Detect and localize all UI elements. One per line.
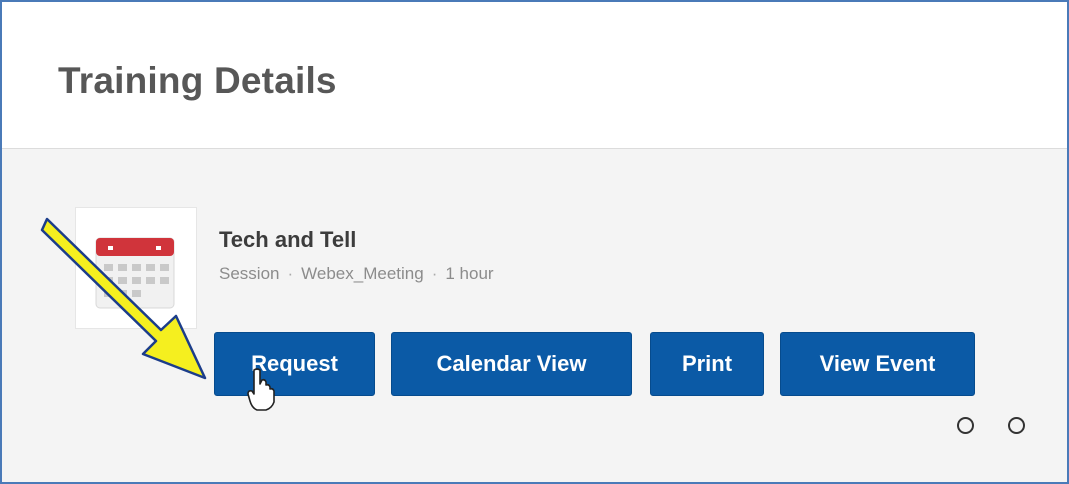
meta-separator: · xyxy=(287,264,294,283)
course-meta: Session · Webex_Meeting · 1 hour xyxy=(219,264,494,284)
carousel-dot[interactable] xyxy=(1008,417,1025,434)
page-title: Training Details xyxy=(58,60,337,101)
course-thumbnail xyxy=(75,207,197,329)
calendar-view-button[interactable]: Calendar View xyxy=(391,332,632,396)
carousel-indicators xyxy=(957,417,1025,434)
page-header: Training Details xyxy=(2,2,1067,149)
training-details-panel: Training Details Tech and Tell Session ·… xyxy=(0,0,1069,484)
meta-duration: 1 hour xyxy=(445,264,494,283)
meta-type: Session xyxy=(219,264,280,283)
meta-delivery: Webex_Meeting xyxy=(301,264,424,283)
request-button[interactable]: Request xyxy=(214,332,375,396)
carousel-dot[interactable] xyxy=(957,417,974,434)
training-content: Tech and Tell Session · Webex_Meeting · 1 ho… xyxy=(2,149,1067,482)
course-title[interactable]: Tech and Tell xyxy=(219,227,356,253)
calendar-icon xyxy=(95,237,175,309)
meta-separator: · xyxy=(431,264,438,283)
print-button[interactable]: Print xyxy=(650,332,764,396)
view-event-button[interactable]: View Event xyxy=(780,332,975,396)
